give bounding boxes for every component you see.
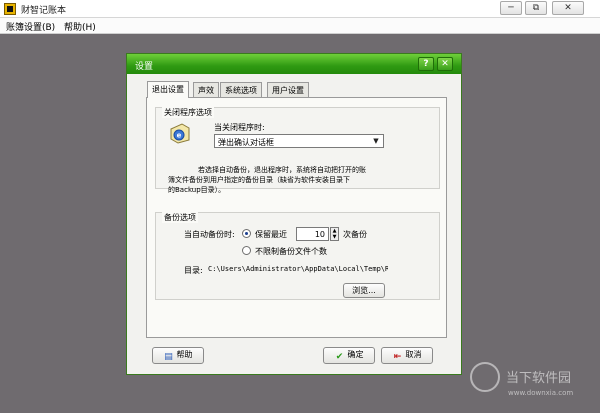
backup-dir-path: C:\Users\Administrator\AppData\Local\Tem… — [208, 265, 388, 273]
check-icon: ✔ — [335, 352, 344, 362]
unlimited-backups-radio[interactable] — [242, 246, 251, 255]
watermark: 当下软件园 www.downxia.com — [470, 362, 590, 410]
help-button[interactable]: ▤ 帮助 — [152, 347, 204, 364]
cancel-button-label: 取消 — [405, 350, 422, 359]
browse-button[interactable]: 浏览... — [343, 283, 385, 298]
close-action-value: 弹出确认对话框 — [218, 138, 274, 147]
unlimited-backups-label: 不限制备份文件个数 — [255, 247, 327, 256]
backup-count-stepper[interactable]: ▲ ▼ — [330, 227, 339, 241]
ok-button-label: 确定 — [347, 350, 364, 359]
window-title: 财智记账本 — [21, 6, 67, 16]
help-button-label: 帮助 — [176, 350, 193, 359]
app-logo-icon — [4, 3, 16, 15]
tab-system-options[interactable]: 系统选项 — [220, 82, 262, 97]
menu-ledger-settings[interactable]: 账簿设置(B) — [6, 20, 55, 33]
help-icon[interactable]: ? — [418, 57, 434, 71]
svg-text:e: e — [177, 132, 182, 140]
watermark-text: 当下软件园 — [506, 371, 572, 386]
close-desc-line2: 簿文件备份到用户指定的备份目录（缺省为软件安装目录下 — [168, 176, 350, 184]
help-book-icon: ▤ — [164, 352, 173, 362]
keep-recent-label: 保留最近 — [255, 230, 287, 239]
backup-count-input[interactable]: 10 — [296, 227, 329, 241]
close-desc-line3: 的Backup目录）。 — [168, 186, 226, 194]
window-titlebar: 财智记账本 ─ ⧉ ✕ — [0, 0, 600, 18]
close-description: 若选择自动备份，退出程序时，系统将自动把打开的账 簿文件备份到用户指定的备份目录… — [168, 165, 398, 195]
tab-user-settings[interactable]: 用户设置 — [267, 82, 309, 97]
watermark-logo-icon — [470, 362, 500, 392]
settings-dialog: 设置 ? ✕ 退出设置 声效 系统选项 用户设置 关闭程序选项 e 当关闭程序时… — [126, 53, 462, 375]
chevron-down-icon[interactable]: ▼ — [370, 136, 382, 146]
backup-times-label: 次备份 — [343, 230, 367, 239]
dialog-title: 设置 — [135, 62, 154, 72]
dialog-titlebar: 设置 ? ✕ — [127, 54, 461, 74]
close-desc-line1: 若选择自动备份，退出程序时，系统将自动把打开的账 — [198, 166, 366, 174]
tab-exit-settings[interactable]: 退出设置 — [147, 81, 189, 98]
ok-button[interactable]: ✔ 确定 — [323, 347, 375, 364]
watermark-url: www.downxia.com — [508, 389, 574, 397]
close-icon[interactable]: ✕ — [437, 57, 453, 71]
close-options-group: 关闭程序选项 e 当关闭程序时: 弹出确认对话框 ▼ 若选择自动备份，退出程序时… — [155, 107, 440, 194]
restore-button[interactable]: ⧉ — [525, 1, 547, 15]
tab-panel: 关闭程序选项 e 当关闭程序时: 弹出确认对话框 ▼ 若选择自动备份，退出程序时… — [146, 97, 447, 338]
close-action-select[interactable]: 弹出确认对话框 ▼ — [214, 134, 384, 148]
menu-help[interactable]: 帮助(H) — [64, 20, 96, 33]
tab-sound[interactable]: 声效 — [193, 82, 219, 97]
ie-window-icon: e — [170, 123, 190, 144]
menu-bar: 账簿设置(B) 帮助(H) — [0, 18, 600, 34]
close-when-label: 当关闭程序时: — [214, 123, 265, 132]
cancel-icon: ⇤ — [393, 352, 402, 362]
minimize-button[interactable]: ─ — [500, 1, 522, 15]
close-window-button[interactable]: ✕ — [552, 1, 584, 15]
backup-dir-label: 目录: — [184, 266, 203, 275]
close-options-legend: 关闭程序选项 — [162, 107, 214, 118]
backup-options-legend: 备份选项 — [162, 212, 198, 223]
backup-options-group: 备份选项 当自动备份时: 保留最近 10 ▲ ▼ 次备份 不限制备份文件个数 目录… — [155, 212, 440, 300]
backup-when-label: 当自动备份时: — [184, 230, 235, 239]
keep-recent-radio[interactable] — [242, 229, 251, 238]
cancel-button[interactable]: ⇤ 取消 — [381, 347, 433, 364]
